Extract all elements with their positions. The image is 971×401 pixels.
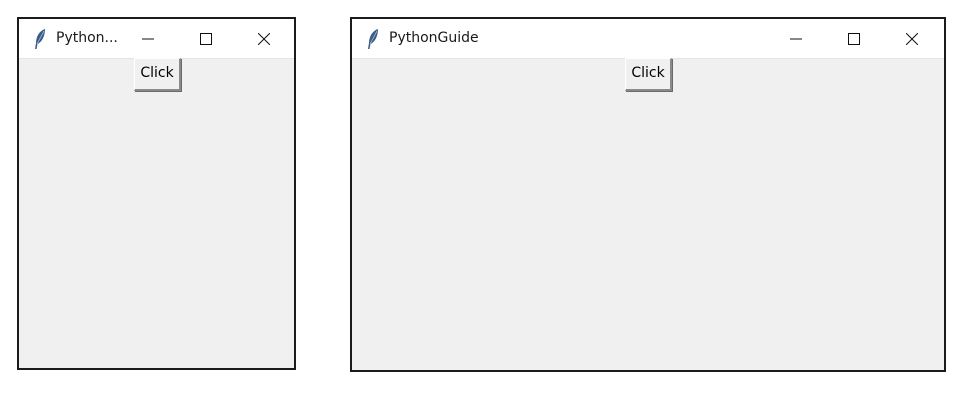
tk-window-narrow: Python... Click xyxy=(17,17,296,370)
maximize-button[interactable] xyxy=(183,19,229,58)
click-button[interactable]: Click xyxy=(625,58,672,91)
tk-window-wide: PythonGuide Click xyxy=(350,17,946,372)
feather-icon xyxy=(33,28,47,50)
title-bar[interactable]: Python... xyxy=(19,19,294,59)
maximize-button[interactable] xyxy=(831,19,877,58)
maximize-icon xyxy=(200,33,212,45)
minimize-icon xyxy=(142,38,154,40)
minimize-icon xyxy=(790,38,802,40)
click-button[interactable]: Click xyxy=(134,58,181,91)
maximize-icon xyxy=(848,33,860,45)
close-button[interactable] xyxy=(241,19,287,58)
close-icon xyxy=(906,33,918,45)
title-bar[interactable]: PythonGuide xyxy=(352,19,944,59)
window-title: PythonGuide xyxy=(389,30,479,46)
minimize-button[interactable] xyxy=(125,19,171,58)
close-button[interactable] xyxy=(889,19,935,58)
close-icon xyxy=(258,33,270,45)
minimize-button[interactable] xyxy=(773,19,819,58)
feather-icon xyxy=(366,28,380,50)
window-title: Python... xyxy=(56,30,118,46)
